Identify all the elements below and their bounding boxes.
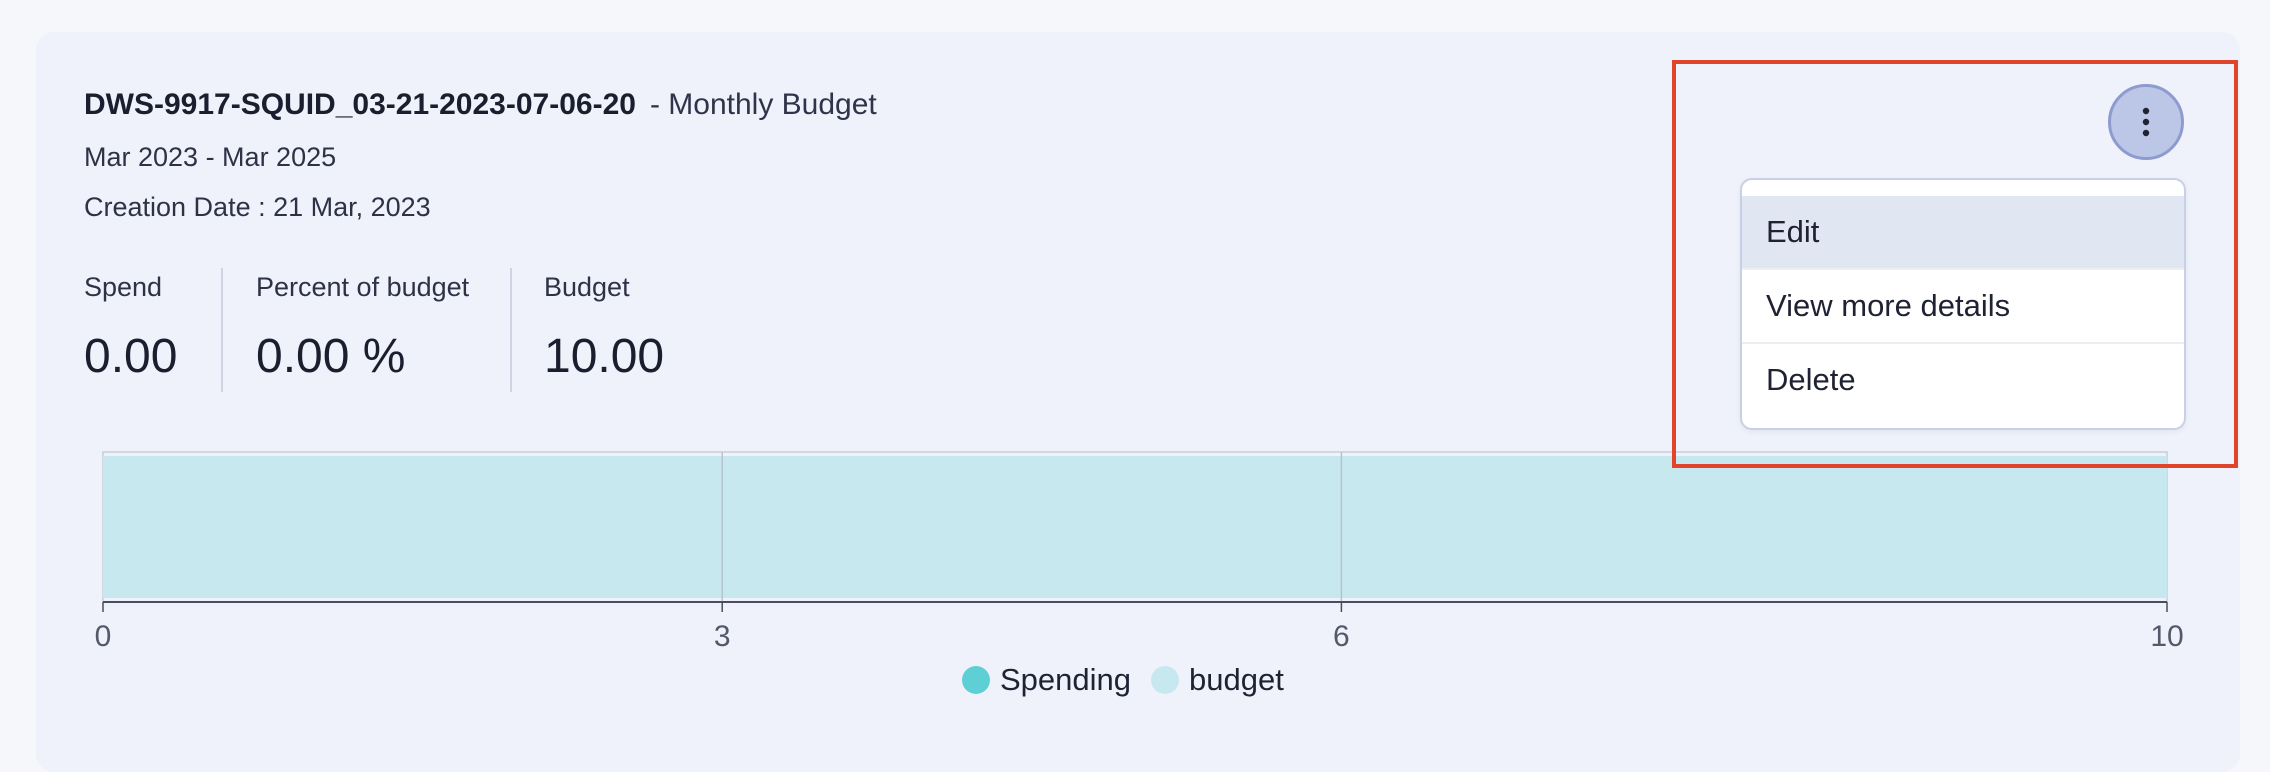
x-tick-label: 10 xyxy=(2150,620,2183,653)
metric-budget-label: Budget xyxy=(544,272,630,302)
menu-item-delete[interactable]: Delete xyxy=(1742,344,2184,416)
kebab-icon xyxy=(2142,107,2150,137)
metric-percent-label: Percent of budget xyxy=(256,272,470,302)
metric-budget: Budget 10.00 xyxy=(544,272,664,384)
metric-divider xyxy=(510,268,512,392)
metric-percent-value: 0.00 % xyxy=(256,330,406,383)
x-tick-label: 6 xyxy=(1333,620,1350,653)
more-options-button[interactable] xyxy=(2108,84,2184,160)
metric-divider xyxy=(221,268,223,392)
legend-budget-swatch xyxy=(1151,666,1179,694)
legend-spending-label: Spending xyxy=(1000,662,1131,697)
creation-date: Creation Date : 21 Mar, 2023 xyxy=(84,192,431,222)
legend-budget-label: budget xyxy=(1189,662,1284,697)
menu-item-view-details[interactable]: View more details xyxy=(1742,270,2184,342)
options-menu: Edit View more details Delete xyxy=(1740,178,2186,430)
metric-spend-label: Spend xyxy=(84,272,163,302)
legend-spending-swatch xyxy=(962,666,990,694)
metric-percent: Percent of budget 0.00 % xyxy=(256,272,469,384)
budget-name: DWS-9917-SQUID_03-21-2023-07-06-20 xyxy=(84,88,636,121)
menu-item-edit[interactable]: Edit xyxy=(1742,196,2184,268)
budget-title: DWS-9917-SQUID_03-21-2023-07-06-20 - Mont… xyxy=(84,88,877,122)
budget-period: Mar 2023 - Mar 2025 xyxy=(84,142,337,172)
metric-spend-value: 0.00 xyxy=(84,330,178,383)
budget-chart: 0 3 6 10 Spending budget xyxy=(95,451,2184,697)
x-tick-label: 0 xyxy=(95,620,112,653)
budget-type: - Monthly Budget xyxy=(649,88,877,121)
metric-spend: Spend 0.00 xyxy=(84,272,177,384)
budget-bar xyxy=(103,456,2167,598)
metric-budget-value: 10.00 xyxy=(544,330,665,383)
x-tick-label: 3 xyxy=(714,620,731,653)
